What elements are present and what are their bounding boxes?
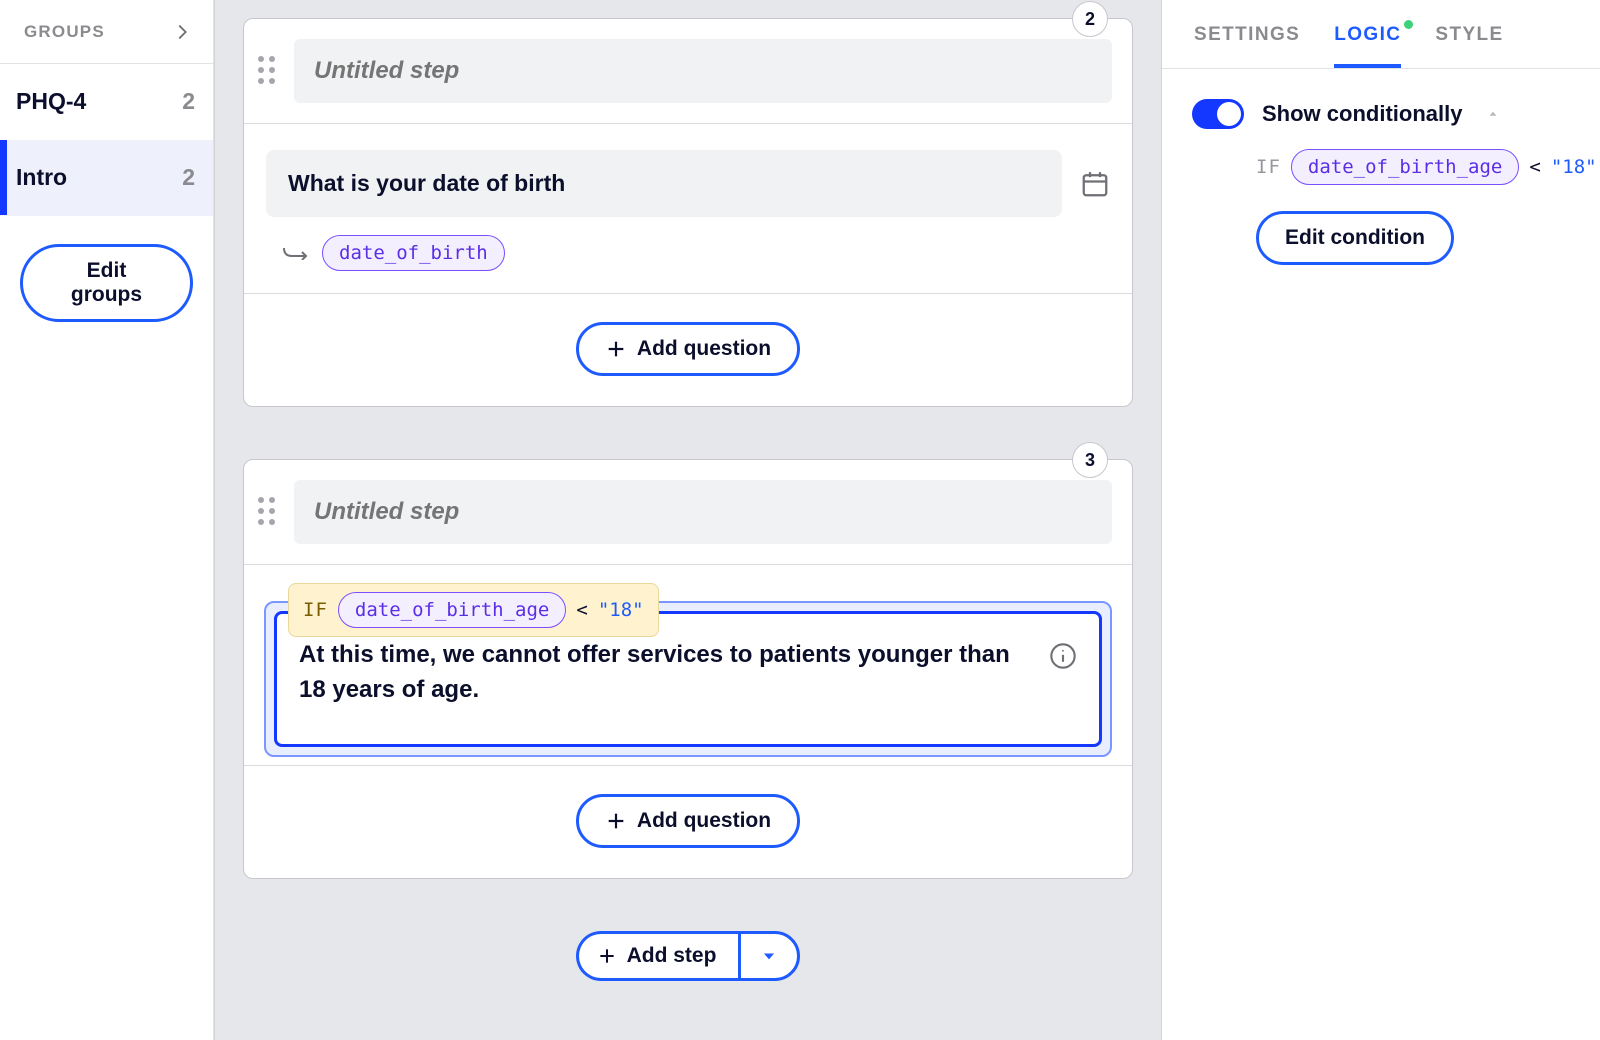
- edit-groups-label: Edit groups: [49, 259, 164, 307]
- right-panel: SETTINGS LOGIC STYLE Show conditionally …: [1162, 0, 1600, 1040]
- question-block[interactable]: What is your date of birth date_of_birth: [244, 124, 1132, 294]
- edit-condition-label: Edit condition: [1285, 226, 1425, 250]
- group-name: PHQ-4: [16, 88, 86, 115]
- condition-badge[interactable]: IF date_of_birth_age < "18": [288, 583, 659, 637]
- add-step-dropdown-button[interactable]: [738, 931, 800, 981]
- edit-condition-button[interactable]: Edit condition: [1256, 211, 1454, 265]
- variable-arrow-icon: [282, 246, 310, 260]
- show-conditionally-label: Show conditionally: [1262, 101, 1462, 127]
- group-count: 2: [182, 88, 195, 115]
- logic-panel-body: Show conditionally IF date_of_birth_age …: [1162, 69, 1600, 295]
- info-question-block: IF date_of_birth_age < "18" At this time…: [244, 565, 1132, 766]
- condition-variable-chip: date_of_birth_age: [1291, 149, 1519, 185]
- step-card-3[interactable]: 3 IF date_of_birth_age < "18" At this ti…: [243, 459, 1133, 879]
- edit-groups-button[interactable]: Edit groups: [20, 244, 193, 322]
- step-title-input[interactable]: [294, 480, 1112, 544]
- plus-icon: [605, 810, 627, 832]
- tab-label: SETTINGS: [1194, 24, 1300, 45]
- info-icon: [1049, 642, 1077, 670]
- add-question-button[interactable]: Add question: [576, 322, 800, 376]
- tab-indicator-dot: [1404, 20, 1413, 29]
- collapse-caret-icon[interactable]: [1486, 107, 1500, 121]
- add-question-label: Add question: [637, 809, 771, 833]
- add-step-split-button: Add step: [576, 931, 801, 981]
- condition-if-label: IF: [303, 599, 328, 621]
- tab-label: STYLE: [1435, 24, 1503, 45]
- canvas: 2 What is your date of birth date_of_bir…: [214, 0, 1162, 1040]
- question-text[interactable]: What is your date of birth: [266, 150, 1062, 217]
- right-tabs: SETTINGS LOGIC STYLE: [1162, 0, 1600, 69]
- plus-icon: [605, 338, 627, 360]
- variable-reference: date_of_birth: [282, 235, 1110, 271]
- drag-handle-icon[interactable]: [258, 497, 280, 527]
- variable-chip[interactable]: date_of_birth: [322, 235, 505, 271]
- group-name: Intro: [16, 164, 67, 191]
- drag-handle-icon[interactable]: [258, 56, 280, 86]
- step-number-badge: 3: [1072, 442, 1108, 478]
- show-conditionally-row: Show conditionally: [1192, 99, 1570, 129]
- group-count: 2: [182, 164, 195, 191]
- step-number-badge: 2: [1072, 1, 1108, 37]
- step-title-row: [244, 19, 1132, 124]
- condition-if-label: IF: [1256, 156, 1281, 178]
- caret-down-icon: [759, 946, 779, 966]
- add-step-row: Add step: [243, 931, 1133, 981]
- condition-operator: <: [576, 599, 587, 621]
- plus-icon: [597, 946, 617, 966]
- group-item-intro[interactable]: Intro 2: [0, 140, 213, 216]
- step-title-input[interactable]: [294, 39, 1112, 103]
- sidebar: GROUPS PHQ-4 2 Intro 2 Edit groups: [0, 0, 214, 1040]
- tab-style[interactable]: STYLE: [1435, 24, 1503, 68]
- add-step-button[interactable]: Add step: [576, 931, 739, 981]
- condition-operator: <: [1529, 156, 1540, 178]
- sidebar-header-title: GROUPS: [24, 22, 105, 42]
- step-card-2[interactable]: 2 What is your date of birth date_of_bir…: [243, 18, 1133, 407]
- condition-value: "18": [598, 599, 644, 621]
- info-text[interactable]: At this time, we cannot offer services t…: [299, 638, 1033, 708]
- calendar-icon: [1080, 169, 1110, 199]
- step-title-row: [244, 460, 1132, 565]
- tab-logic[interactable]: LOGIC: [1334, 24, 1401, 68]
- show-conditionally-toggle[interactable]: [1192, 99, 1244, 129]
- add-step-label: Add step: [627, 944, 717, 968]
- chevron-right-icon[interactable]: [171, 21, 193, 43]
- tab-label: LOGIC: [1334, 24, 1401, 45]
- tab-settings[interactable]: SETTINGS: [1194, 24, 1300, 68]
- info-selected-wrapper[interactable]: IF date_of_birth_age < "18" At this time…: [264, 601, 1112, 757]
- condition-variable-chip: date_of_birth_age: [338, 592, 566, 628]
- group-item-phq4[interactable]: PHQ-4 2: [0, 64, 213, 140]
- add-question-button[interactable]: Add question: [576, 794, 800, 848]
- sidebar-header: GROUPS: [0, 0, 213, 64]
- add-question-label: Add question: [637, 337, 771, 361]
- condition-value: "18": [1551, 156, 1597, 178]
- condition-display: IF date_of_birth_age < "18": [1256, 149, 1570, 185]
